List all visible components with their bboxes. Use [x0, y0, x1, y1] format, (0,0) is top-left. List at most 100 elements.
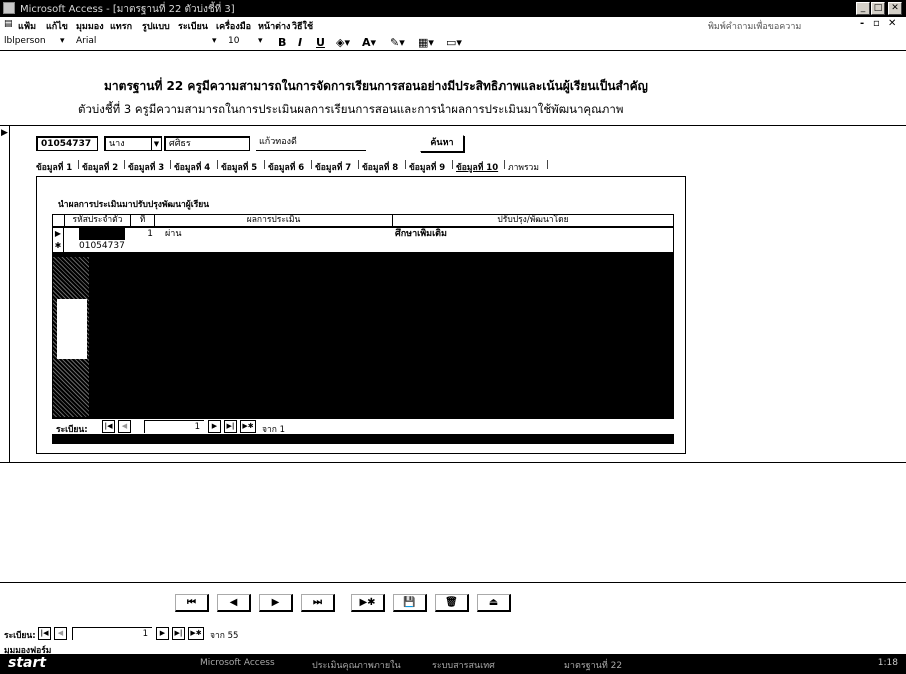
new-record-button[interactable]: ▶✱: [240, 420, 256, 433]
tab-data-6[interactable]: ข้อมูลที่ 6: [268, 160, 304, 174]
subform-record-count: จาก 1: [262, 425, 286, 435]
maximize-button[interactable]: □: [871, 2, 885, 15]
menu-help[interactable]: วิธีใช้: [292, 19, 313, 33]
menu-insert[interactable]: แทรก: [110, 19, 132, 33]
first-name-field[interactable]: ศศิธร: [164, 136, 250, 151]
last-record-footer-button[interactable]: ⏭: [301, 594, 335, 612]
prev-record-button[interactable]: ◀: [118, 420, 131, 433]
tab-data-1[interactable]: ข้อมูลที่ 1: [36, 160, 72, 174]
fill-color-icon[interactable]: ◈▾: [336, 36, 350, 49]
tab-data-7[interactable]: ข้อมูลที่ 7: [315, 160, 351, 174]
first-record-footer-button[interactable]: ⏮: [175, 594, 209, 612]
save-button[interactable]: 💾: [393, 594, 427, 612]
size-dropdown-arrow[interactable]: ▾: [258, 36, 263, 46]
menu-format[interactable]: รูปแบบ: [142, 19, 170, 33]
section-divider: [0, 582, 906, 583]
last-record-button[interactable]: ▶|: [224, 420, 237, 433]
bold-button[interactable]: B: [278, 36, 286, 49]
subform-record-number[interactable]: 1: [144, 420, 204, 433]
person-id-field[interactable]: 01054737: [36, 136, 98, 151]
no-cell[interactable]: 1: [135, 228, 153, 240]
line-color-icon[interactable]: ✎▾: [390, 36, 405, 49]
font-dropdown-arrow[interactable]: ▾: [212, 36, 217, 46]
tab-data-2[interactable]: ข้อมูลที่ 2: [82, 160, 118, 174]
start-button[interactable]: start: [8, 655, 46, 671]
new-record-row[interactable]: ✱ 01054737: [53, 240, 673, 252]
tab-separator: |: [310, 160, 314, 170]
tab-data-8[interactable]: ข้อมูลที่ 8: [362, 160, 398, 174]
column-header-id[interactable]: รหัสประจำตัว: [65, 215, 131, 227]
current-record-icon: ▶: [1, 128, 8, 138]
record-selector[interactable]: ▶: [0, 126, 10, 462]
menu-file[interactable]: แฟ้ม: [18, 19, 36, 33]
italic-button[interactable]: I: [298, 36, 302, 49]
special-effect-icon[interactable]: ▭▾: [446, 36, 462, 49]
font-size-selector[interactable]: 10: [228, 36, 239, 46]
new-row-selector[interactable]: ✱: [53, 240, 64, 252]
search-button[interactable]: ค้นหา: [420, 135, 464, 152]
next-record-footer-button[interactable]: ▶: [259, 594, 293, 612]
font-color-icon[interactable]: A▾: [362, 36, 376, 49]
doc-minimize-button[interactable]: -: [860, 18, 864, 29]
minimize-button[interactable]: _: [856, 2, 870, 15]
result-cell[interactable]: ผ่าน: [165, 228, 385, 240]
column-header-no[interactable]: ที่: [131, 215, 155, 227]
border-width-icon[interactable]: ▦▾: [418, 36, 434, 49]
tab-separator: |: [451, 160, 455, 170]
tab-separator: |: [169, 160, 173, 170]
ask-question-box[interactable]: พิมพ์คำถามเพื่อขอความ: [708, 19, 801, 33]
improve-cell[interactable]: ศึกษาเพิ่มเติม: [395, 228, 665, 240]
tab-data-5[interactable]: ข้อมูลที่ 5: [221, 160, 257, 174]
tab-data-10-active[interactable]: ข้อมูลที่ 10: [456, 160, 498, 174]
id-cell-redacted[interactable]: [79, 228, 125, 240]
main-new-button[interactable]: ▶✱: [188, 627, 204, 640]
menu-window[interactable]: หน้าต่าง: [258, 19, 290, 33]
object-dropdown-arrow[interactable]: ▾: [60, 36, 65, 46]
menu-tools[interactable]: เครื่องมือ: [216, 19, 251, 33]
close-button[interactable]: ✕: [888, 2, 902, 15]
delete-button[interactable]: 🗑: [435, 594, 469, 612]
object-selector[interactable]: lblperson: [4, 36, 46, 46]
tab-data-9[interactable]: ข้อมูลที่ 9: [409, 160, 445, 174]
task-evaluation[interactable]: ประเมินคุณภาพภายใน: [312, 658, 401, 672]
main-next-button[interactable]: ▶: [156, 627, 169, 640]
font-selector[interactable]: Arial: [76, 36, 96, 46]
row-selector[interactable]: ▶: [53, 228, 64, 240]
exit-button[interactable]: ⏏: [477, 594, 511, 612]
menu-view[interactable]: มุมมอง: [76, 19, 104, 33]
title-value: นาง: [109, 139, 125, 149]
doc-restore-button[interactable]: ▫: [873, 18, 880, 29]
title-bar: Microsoft Access - [มาตรฐานที่ 22 ตัวบ่ง…: [0, 0, 906, 17]
id-cell[interactable]: 01054737: [79, 240, 139, 252]
main-record-number[interactable]: 1: [72, 627, 152, 640]
task-standard[interactable]: มาตรฐานที่ 22: [564, 658, 622, 672]
table-row[interactable]: ▶ 1 ผ่าน ศึกษาเพิ่มเติม: [53, 228, 673, 240]
main-last-button[interactable]: ▶|: [172, 627, 185, 640]
chevron-down-icon[interactable]: ▼: [151, 138, 161, 150]
main-first-button[interactable]: |◀: [38, 627, 51, 640]
menu-icon[interactable]: ▤: [4, 19, 13, 29]
title-combo[interactable]: นาง ▼: [104, 136, 162, 151]
task-information[interactable]: ระบบสารสนเทศ: [432, 658, 495, 672]
new-record-footer-button[interactable]: ▶✱: [351, 594, 385, 612]
next-record-button[interactable]: ▶: [208, 420, 221, 433]
standard-heading: มาตรฐานที่ 22 ครูมีความสามารถในการจัดการ…: [104, 79, 648, 93]
column-header-improve[interactable]: ปรับปรุง/พัฒนาโดย: [393, 215, 673, 227]
tab-separator: |: [77, 160, 81, 170]
main-prev-button[interactable]: ◀: [54, 627, 67, 640]
task-access[interactable]: Microsoft Access: [200, 658, 275, 668]
underline-button[interactable]: U: [316, 36, 325, 49]
column-header-result[interactable]: ผลการประเมิน: [155, 215, 393, 227]
menu-edit[interactable]: แก้ไข: [46, 19, 68, 33]
white-patch: [57, 299, 87, 359]
doc-close-button[interactable]: ✕: [888, 18, 896, 29]
header-selector[interactable]: [53, 215, 65, 227]
access-app-icon[interactable]: [3, 2, 15, 14]
tab-data-4[interactable]: ข้อมูลที่ 4: [174, 160, 210, 174]
first-record-button[interactable]: |◀: [102, 420, 115, 433]
menu-records[interactable]: ระเบียน: [178, 19, 208, 33]
tab-overview[interactable]: ภาพรวม: [508, 160, 539, 174]
prev-record-footer-button[interactable]: ◀: [217, 594, 251, 612]
tab-data-3[interactable]: ข้อมูลที่ 3: [128, 160, 164, 174]
last-name-field[interactable]: แก้วทองดี: [256, 136, 366, 151]
